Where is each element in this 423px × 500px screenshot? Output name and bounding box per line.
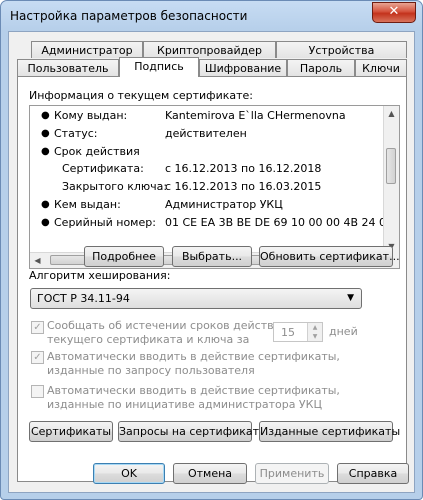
cert-info-list[interactable]: ● Кому выдан: Kantemirova E`lla CHermenovn…	[29, 105, 400, 269]
details-button[interactable]: Подробнее	[84, 246, 164, 267]
window-title: Настройка параметров безопасности	[10, 9, 248, 23]
notify-days-spinner[interactable]: 15 ▲ ▼	[273, 322, 323, 342]
cancel-button[interactable]: Отмена	[173, 463, 247, 484]
auto-apply-admin-label-1: Автоматически вводить в действие сертифи…	[47, 384, 340, 397]
cert-info-value: действителен	[165, 127, 247, 140]
tab-administrator[interactable]: Администратор	[31, 41, 143, 58]
cert-info-row: Закрытого ключа: с 16.12.2013 по 16.03.20…	[30, 179, 390, 195]
spinner-buttons: ▲ ▼	[307, 323, 322, 341]
bullet-icon: ●	[41, 217, 50, 228]
tab-user[interactable]: Пользователь	[17, 59, 119, 76]
ok-button[interactable]: OK	[93, 463, 165, 484]
days-label: дней	[329, 325, 358, 338]
scroll-left-icon[interactable]: ◀	[30, 253, 45, 268]
cert-info-row: ● Кем выдан: Администратор УКЦ	[30, 197, 390, 213]
spin-up-icon[interactable]: ▲	[308, 323, 322, 332]
auto-apply-user-label-2: изданные по запросу пользователя	[47, 364, 255, 377]
auto-apply-user-label-1: Автоматически вводить в действие сертифи…	[47, 350, 340, 363]
cert-info-value: Администратор УКЦ	[165, 198, 283, 211]
scroll-up-icon[interactable]: ▲	[384, 106, 399, 121]
tab-cryptoprovider[interactable]: Криптопровайдер	[143, 41, 276, 58]
bullet-icon: ●	[41, 110, 50, 121]
notify-days-value: 15	[281, 326, 295, 339]
hash-algorithm-value: ГОСТ Р 34.11-94	[37, 292, 130, 305]
bullet-icon: ●	[41, 199, 50, 210]
tab-password[interactable]: Пароль	[287, 59, 355, 76]
auto-apply-admin-label-2: изданные по инициативе администратора УК…	[47, 398, 322, 411]
cert-info-value: с 16.12.2013 по 16.12.2018	[165, 162, 322, 175]
close-button[interactable]: ✕	[372, 2, 416, 23]
bullet-icon: ●	[41, 146, 50, 157]
tab-row-back: Администратор Криптопровайдер Устройства	[31, 41, 411, 59]
auto-apply-admin-checkbox[interactable]	[31, 385, 44, 398]
certificates-button[interactable]: Сертификаты	[29, 421, 113, 442]
tab-signature[interactable]: Подпись	[119, 57, 199, 77]
vertical-scroll-thumb[interactable]	[386, 148, 396, 184]
cert-info-key: Закрытого ключа:	[62, 180, 168, 193]
title-bar: Настройка параметров безопасности ✕	[1, 1, 422, 31]
update-certificate-button[interactable]: Обновить сертификат...	[259, 246, 400, 267]
cert-info-label: Информация о текущем сертификате:	[29, 89, 253, 102]
auto-apply-user-checkbox[interactable]: ✓	[31, 351, 44, 364]
notify-expiry-label-2: текущего сертификата и ключа за	[47, 333, 250, 346]
cert-info-value: с 16.12.2013 по 16.03.2015	[165, 180, 322, 193]
cert-info-key: Серийный номер:	[54, 216, 156, 229]
settings-dialog: Настройка параметров безопасности ✕ Адми…	[0, 0, 423, 500]
cert-info-key: Кому выдан:	[54, 109, 128, 122]
dropdown-arrow-icon: ▼	[347, 293, 354, 303]
help-button[interactable]: Справка	[337, 463, 409, 484]
hash-algorithm-select[interactable]: ГОСТ Р 34.11-94 ▼	[30, 288, 362, 309]
cert-requests-button[interactable]: Запросы на сертификат	[118, 421, 259, 442]
spin-down-icon[interactable]: ▼	[308, 332, 322, 341]
cert-info-key: Кем выдан:	[54, 198, 121, 211]
notify-expiry-label-1: Сообщать об истечении сроков действия	[47, 319, 288, 332]
cert-info-value: 01 CE EA 3B BE DE 69 10 00 00 4B 24 04 E…	[165, 216, 400, 229]
tab-encryption[interactable]: Шифрование	[199, 59, 287, 76]
notify-expiry-checkbox[interactable]: ✓	[31, 321, 44, 334]
cert-info-key: Статус:	[54, 127, 98, 140]
tab-keys[interactable]: Ключи	[355, 59, 407, 76]
cert-info-row: ● Статус: действителен	[30, 126, 390, 142]
cert-info-row: ● Срок действия	[30, 144, 390, 160]
issued-certificates-button[interactable]: Изданные сертификаты	[259, 421, 400, 442]
tab-devices[interactable]: Устройства	[276, 41, 407, 58]
apply-button[interactable]: Применить	[255, 463, 329, 484]
cert-info-row: Сертификата: с 16.12.2013 по 16.12.2018	[30, 161, 390, 177]
cert-info-row: ● Кому выдан: Kantemirova E`lla CHermenovn…	[30, 108, 390, 124]
cert-info-key: Срок действия	[54, 145, 140, 158]
hash-algorithm-label: Алгоритм хеширования:	[29, 269, 171, 282]
cert-info-key: Сертификата:	[62, 162, 144, 175]
choose-button[interactable]: Выбрать...	[172, 246, 252, 267]
bullet-icon: ●	[41, 128, 50, 139]
cert-info-value: Kantemirova E`lla CHermenovna	[165, 109, 346, 122]
cert-info-row: ● Серийный номер: 01 CE EA 3B BE DE 69 10 …	[30, 215, 399, 231]
tab-row-front: Пользователь Подпись Шифрование Пароль К…	[17, 57, 409, 77]
vertical-scrollbar[interactable]: ▲ ▼	[383, 106, 399, 254]
